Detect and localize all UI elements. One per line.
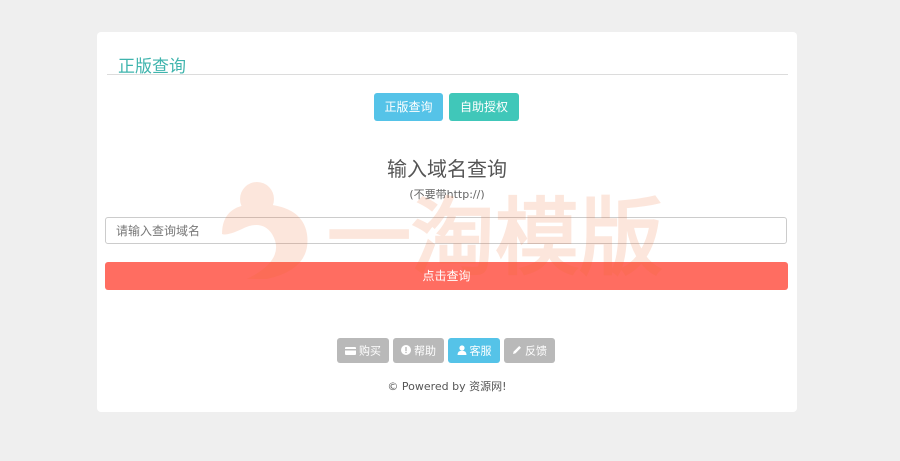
page-subheading: (不要带http://) [409, 188, 485, 201]
footer-powered-by: © Powered by 资源网! [387, 380, 507, 393]
exclamation-circle-icon [401, 339, 411, 364]
page-heading: 输入域名查询 [387, 157, 507, 181]
domain-input[interactable] [105, 217, 787, 244]
feedback-label: 反馈 [525, 344, 547, 358]
self-authorize-button[interactable]: 自助授权 [449, 93, 519, 121]
pencil-icon [512, 339, 522, 364]
query-card: 正版查询 正版查询 自助授权 输入域名查询 (不要带http://) 点击查询 … [97, 32, 797, 412]
credit-card-icon [345, 339, 356, 364]
customer-service-button[interactable]: 客服 [448, 338, 500, 363]
customer-service-label: 客服 [469, 344, 492, 358]
help-label: 帮助 [414, 344, 436, 358]
buy-button[interactable]: 购买 [337, 338, 389, 363]
query-button[interactable]: 点击查询 [105, 262, 788, 290]
user-icon [457, 339, 467, 364]
help-button[interactable]: 帮助 [393, 338, 444, 363]
title-divider [107, 74, 788, 75]
verify-button[interactable]: 正版查询 [374, 93, 443, 121]
feedback-button[interactable]: 反馈 [504, 338, 555, 363]
page: 正版查询 正版查询 自助授权 输入域名查询 (不要带http://) 点击查询 … [0, 0, 900, 461]
buy-label: 购买 [359, 344, 381, 358]
